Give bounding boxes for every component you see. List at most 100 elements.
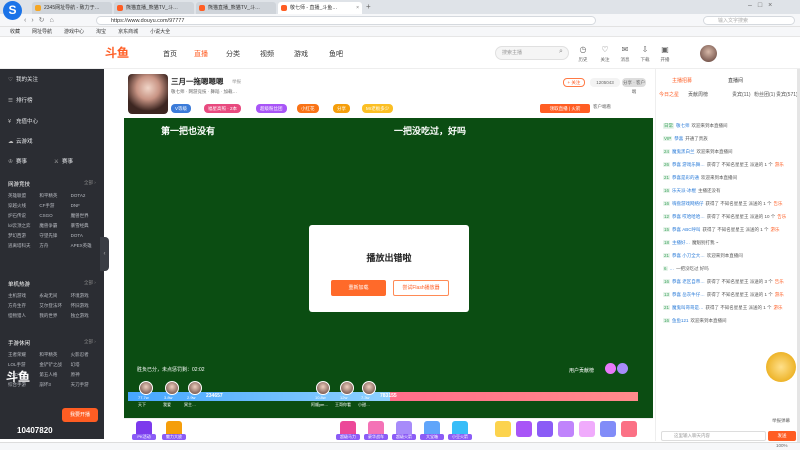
sidebar-game-link[interactable]: CSGO: [39, 213, 70, 219]
browser-tab-active[interactable]: 敬七师 - 直播_斗鱼… ×: [278, 2, 362, 14]
gift-item[interactable]: [516, 421, 532, 437]
sidebar-game-link[interactable]: 主机游戏: [8, 293, 39, 299]
bookmark-item[interactable]: 小说大全: [150, 28, 170, 35]
streamer-avatar[interactable]: [128, 74, 168, 114]
bookmark-item[interactable]: 网址导航: [32, 28, 52, 35]
sidebar-game-link[interactable]: 天刀手游: [71, 382, 102, 388]
sidebar-item-cloud-game[interactable]: ☁ 云游戏: [8, 137, 33, 145]
pk-avatar[interactable]: [165, 381, 179, 395]
reload-button[interactable]: 重新加载: [331, 280, 386, 296]
pk-avatar[interactable]: [340, 381, 354, 395]
url-field[interactable]: https://www.douyu.com/97777: [96, 16, 596, 25]
pk-avatar[interactable]: [316, 381, 330, 395]
user-contribution-link[interactable]: 用户贡献榜: [569, 367, 594, 374]
gift-item[interactable]: [621, 421, 637, 437]
chat-username[interactable]: 主播好…: [672, 240, 690, 245]
sidebar-game-link[interactable]: 和平精英: [39, 193, 70, 199]
flash-player-button[interactable]: 尝试Flash播放器: [393, 280, 449, 296]
sidebar-game-link[interactable]: 梦幻西游: [8, 233, 39, 239]
chat-subtab[interactable]: 贡献周榜: [688, 91, 708, 98]
nav-live[interactable]: 直播: [194, 49, 208, 59]
badge[interactable]: 超级粉丝团: [256, 104, 287, 113]
browser-logo-icon[interactable]: S: [3, 1, 22, 20]
sidebar-game-link[interactable]: 我的世界: [39, 313, 70, 319]
room-report-link[interactable]: 举报: [232, 79, 241, 85]
sidebar-game-link[interactable]: 和平精英: [39, 352, 70, 358]
chat-username[interactable]: 恭喜 岳灰牛仔…: [672, 292, 705, 297]
chat-username[interactable]: 恭喜 哎哈哈哈…: [672, 214, 705, 219]
bookmark-item[interactable]: 收藏: [10, 28, 20, 35]
sidebar-item-events-2[interactable]: ⚔ 赛事: [54, 157, 73, 165]
chat-username[interactable]: 恭喜 老区自帝…: [672, 279, 705, 284]
chat-username[interactable]: 乐天派·冰棍: [672, 188, 696, 193]
contributor-avatar[interactable]: [617, 363, 628, 374]
sidebar-game-link[interactable]: 守望先锋: [39, 233, 70, 239]
chat-username[interactable]: 恭喜 ABC呼叫: [672, 227, 701, 232]
download-icon[interactable]: ⇩: [638, 45, 652, 54]
sidebar-game-link[interactable]: CF手游: [39, 203, 70, 209]
sidebar-game-link[interactable]: lol云顶之弈: [8, 223, 39, 229]
report-danmu-link[interactable]: 举报弹幕: [772, 418, 790, 424]
message-icon[interactable]: ✉: [618, 45, 632, 54]
sidebar-more-link[interactable]: 全部 ›: [84, 280, 96, 286]
sidebar-game-link[interactable]: 逃离塔科夫: [8, 243, 39, 249]
client-watch-link[interactable]: 客户端看: [593, 104, 611, 110]
share-button[interactable]: 分享 · 客户端: [622, 78, 646, 94]
nav-video[interactable]: 视频: [260, 49, 274, 59]
gift-item[interactable]: [579, 421, 595, 437]
chat-username[interactable]: 恭喜是彩的通: [672, 175, 699, 180]
gift-item[interactable]: [558, 421, 574, 437]
browser-tab[interactable]: 熊猫直播_熊猫TV_斗…: [114, 2, 194, 14]
sidebar-game-link[interactable]: 原神: [71, 372, 102, 378]
sidebar-item-events[interactable]: ♔ 赛事: [8, 157, 27, 165]
sidebar-game-link[interactable]: 环境游戏: [71, 293, 102, 299]
sidebar-game-link[interactable]: DNF: [71, 203, 102, 209]
nav-category[interactable]: 分类: [226, 49, 240, 59]
sidebar-item-rank[interactable]: ☰ 排行榜: [8, 96, 33, 104]
sidebar-game-link[interactable]: 怪物猎人: [8, 313, 39, 319]
rocket-button[interactable]: 领取直播 | 火箭: [540, 104, 590, 113]
search-icon[interactable]: ⌕: [559, 48, 563, 56]
chat-username[interactable]: 嗨盘游戏网络仔: [672, 201, 704, 206]
chat-username[interactable]: 敬七师: [676, 123, 690, 128]
chat-subtab[interactable]: 粉丝团(1): [754, 91, 775, 98]
sidebar-game-link[interactable]: 炉石传说: [8, 213, 39, 219]
treasure-chest-icon[interactable]: [766, 352, 796, 382]
sidebar-game-link[interactable]: 艾尔登法环: [39, 303, 70, 309]
gift-item[interactable]: [600, 421, 616, 437]
sidebar-game-link[interactable]: 王者荣耀: [8, 352, 39, 358]
chat-tab[interactable]: 主播招募: [672, 77, 692, 84]
sidebar-game-link[interactable]: 怀旧游戏: [71, 303, 102, 309]
chat-username[interactable]: 鱼鱼121: [672, 318, 689, 323]
sidebar-game-link[interactable]: 幻塔: [71, 362, 102, 368]
pk-avatar[interactable]: [188, 381, 202, 395]
sidebar-game-link[interactable]: 独立游戏: [71, 313, 102, 319]
follow-button[interactable]: + 关注: [563, 78, 585, 87]
chat-subtab[interactable]: 今日之星: [659, 91, 679, 98]
sidebar-game-link[interactable]: APEX英雄: [71, 243, 102, 249]
contributor-avatar[interactable]: [605, 363, 616, 374]
close-icon[interactable]: ×: [356, 2, 359, 14]
user-avatar[interactable]: [700, 45, 717, 62]
badge[interactable]: 福星高照 · 2本: [204, 104, 242, 113]
douyu-logo[interactable]: 斗鱼: [105, 44, 139, 62]
sidebar-more-link[interactable]: 全部 ›: [84, 339, 96, 345]
send-button[interactable]: 发送: [768, 431, 796, 441]
chat-username[interactable]: 魔鬼黑白兰: [672, 149, 695, 154]
chat-username[interactable]: 恭喜 小刀全大…: [672, 253, 705, 258]
new-tab-icon[interactable]: +: [366, 2, 371, 11]
browser-tab[interactable]: 熊猫直播_熊猫TV_斗…: [196, 2, 276, 14]
sidebar-game-link[interactable]: 永劫无间: [39, 293, 70, 299]
bookmark-item[interactable]: 游戏中心: [64, 28, 84, 35]
chat-username[interactable]: 恭喜 游戏乐舞…: [672, 162, 705, 167]
sidebar-game-link[interactable]: 方舟生存: [8, 303, 39, 309]
nav-fishbar[interactable]: 鱼吧: [329, 49, 343, 59]
history-icon[interactable]: ◷: [576, 45, 590, 54]
sidebar-game-link[interactable]: DOTA: [71, 233, 102, 239]
pk-avatar[interactable]: [139, 381, 153, 395]
bookmark-item[interactable]: 京东商城: [118, 28, 138, 35]
nav-buttons[interactable]: ‹›↻⌂: [24, 16, 59, 24]
sidebar-game-link[interactable]: 暴雪经典: [71, 223, 102, 229]
sidebar-game-link[interactable]: 火影忍者: [71, 352, 102, 358]
start-stream-button[interactable]: 我要开播: [62, 408, 98, 422]
